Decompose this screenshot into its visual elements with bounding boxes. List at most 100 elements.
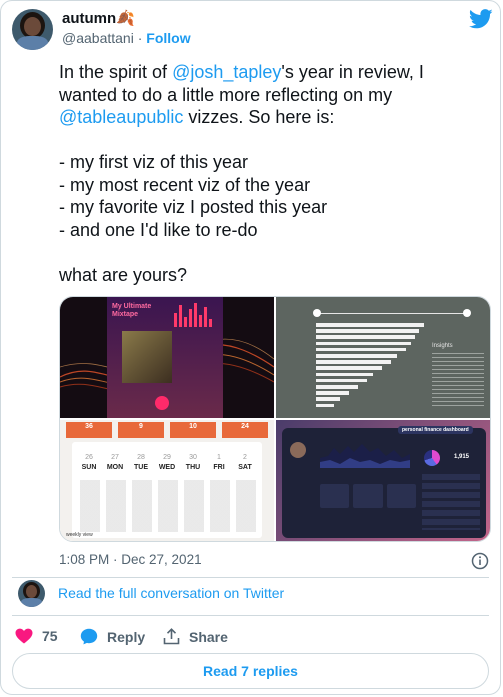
stat-tile: 9 [118,422,164,438]
like-button[interactable]: 75 [15,628,58,644]
calendar-date: 1 [217,454,221,461]
tweet-line: - my favorite viz I posted this year [59,196,489,219]
thumbnail-bar [316,347,407,352]
author-avatar[interactable] [12,9,53,50]
author-handle[interactable]: @aabattani [62,30,134,46]
tweet-text-segment: In the spirit of [59,62,173,82]
media-grid: My Ultimate Mixtape Insights 36 9 10 24 … [59,296,491,542]
calendar-panel: 26 27 28 29 30 1 2 SUN MON TUE WED THU FRI SAT [72,442,262,538]
divider-bottom [12,615,489,616]
reply-button[interactable]: Reply [80,628,145,645]
thumbnail-bar [316,391,349,395]
tweet-text-segment: 's year in review, I [281,62,424,82]
author-name[interactable]: autumn🍂 [62,9,135,27]
read-replies-button[interactable]: Read 7 replies [12,653,489,689]
calendar-date: 27 [111,454,119,461]
share-label: Share [189,628,228,645]
share-icon [163,628,180,645]
thumbnail-bar [316,360,391,364]
media-image-barchart[interactable]: Insights [276,297,490,418]
calendar-date: 30 [189,454,197,461]
thumbnail-bar [316,403,334,408]
insights-heading: Insights [432,343,453,349]
media-image-mixtape[interactable]: My Ultimate Mixtape [60,297,274,418]
bar-stack [316,323,426,413]
tweet-text-segment: wanted to do a little more reflecting on… [59,84,393,105]
calendar-day: SAT [238,464,252,471]
thumbnail-bar [316,323,424,327]
follow-button[interactable]: Follow [146,30,190,46]
calendar-date: 28 [137,454,145,461]
stat-tile: 10 [170,422,216,438]
dashboard-legend [422,474,480,530]
calendar-dates-row: 26 27 28 29 30 1 2 [76,454,258,461]
calendar-stats-row: 36 9 10 24 [66,422,274,438]
tweet-line: - and one I'd like to re-do [59,219,489,242]
stat-tile: 36 [66,422,112,438]
calendar-events [80,480,258,532]
stat-tile: 24 [222,422,268,438]
read-conversation-link[interactable]: Read the full conversation on Twitter [58,585,284,601]
media-image-finance-dashboard[interactable]: personal finance dashboard 1,915 [276,420,490,541]
tweet-text-segment: - and one I'd like to re-do [59,219,258,240]
tweet-text-segment: what are yours? [59,264,188,285]
tweet-line: - my most recent viz of the year [59,174,489,197]
mixtape-title: My Ultimate Mixtape [112,303,152,318]
share-button[interactable]: Share [163,628,228,645]
tweet-line: @tableaupublic vizzes. So here is: [59,106,489,129]
calendar-day: FRI [213,464,225,471]
insights-text [432,353,484,407]
thumbnail-bar [316,354,398,358]
thumbnail-bar [316,341,411,346]
leaf-emoji: 🍂 [116,10,135,27]
tweet-timestamp[interactable]: 1:08 PM · Dec 27, 2021 [59,552,202,567]
heart-icon [15,628,33,644]
calendar-day: THU [185,464,201,471]
like-count: 75 [42,628,58,644]
thumbnail-bar [316,335,415,339]
slider-handle [313,309,321,317]
mention-link[interactable]: @josh_tapley [172,62,281,82]
tweet-text-segment: vizzes. So here is: [183,107,335,127]
tweet-text-segment: - my favorite viz I posted this year [59,197,328,217]
equalizer-bars [174,303,220,327]
calendar-date: 26 [85,454,93,461]
reply-label: Reply [107,628,146,645]
tweet-text-segment: - my first viz of this year [59,152,249,172]
tweet-line [59,129,489,152]
info-icon[interactable] [471,552,489,570]
dashboard-kpi: 1,915 [454,454,470,460]
tweet-line: what are yours? [59,264,489,287]
tweet-line [59,241,489,264]
calendar-date: 29 [163,454,171,461]
donut-chart [424,450,440,466]
thumbnail-bar [316,378,367,383]
weekly-view-label: weekly view [66,532,93,538]
slider-handle-end [463,309,471,317]
media-image-calendar[interactable]: 36 9 10 24 26 27 28 29 30 1 2 SUN MON TUE WED THU F… [60,420,274,541]
divider-top [12,577,489,578]
dashboard-area-chart [320,444,410,468]
mention-link[interactable]: @tableaupublic [59,107,183,127]
twitter-bird-icon[interactable] [469,9,493,29]
calendar-day: SUN [81,464,97,471]
tweet-text-segment: - my most recent viz of the year [59,174,311,195]
tweet-line: In the spirit of @josh_tapley's year in … [59,61,489,84]
thumbnail-bar [316,366,382,370]
reply-icon [80,628,98,645]
author-handle-row: @aabattani · Follow [62,30,191,46]
tweet-line: wanted to do a little more reflecting on… [59,84,489,107]
calendar-day: MON [106,464,124,471]
calendar-days-row: SUN MON TUE WED THU FRI SAT [76,464,258,471]
tweet-text: In the spirit of @josh_tapley's year in … [59,61,489,286]
album-cover [122,331,172,383]
calendar-date: 2 [243,454,247,461]
conversation-avatar[interactable] [18,580,45,607]
dashboard-cards [320,484,416,508]
thumbnail-bar [316,329,420,333]
thumbnail-bar [316,372,374,377]
author-name-text: autumn [62,10,117,27]
dashboard-avatar [290,442,306,458]
separator-dot: · [137,30,143,46]
calendar-day: WED [158,464,176,471]
